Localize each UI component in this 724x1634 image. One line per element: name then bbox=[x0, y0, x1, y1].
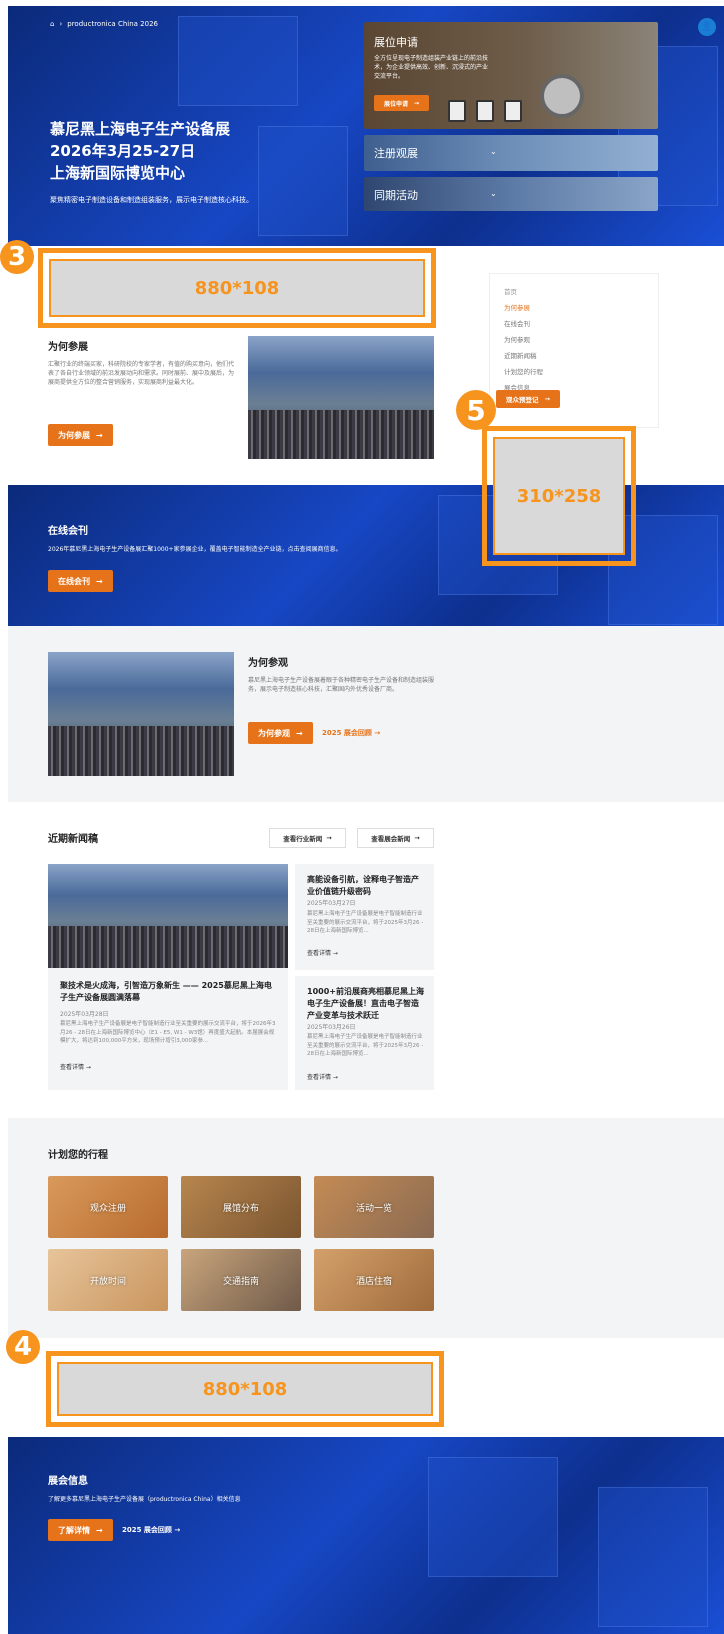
review-2025-link[interactable]: 2025 展会回顾 → bbox=[122, 1525, 180, 1535]
ad-size-label: 880*108 bbox=[49, 259, 425, 317]
news-main-photo bbox=[48, 864, 288, 968]
booth-apply-card[interactable]: 展位申请 全方位呈现电子制造组装产业链上的前沿技术，为企业提供高效、创新、沉浸式… bbox=[364, 22, 658, 129]
news-more-link[interactable]: 查看详情 → bbox=[307, 1072, 338, 1081]
news-side-card[interactable]: 高能设备引航，诠释电子智造产业价值链升级密码 2025年03月27日 慕尼黑上海… bbox=[295, 864, 434, 970]
breadcrumb: ⌂ › productronica China 2026 bbox=[50, 20, 158, 28]
news-more-link[interactable]: 查看详情 → bbox=[60, 1062, 91, 1071]
expo-info-desc: 了解更多慕尼黑上海电子生产设备展（productronica China）相关信… bbox=[48, 1496, 241, 1503]
sidebar-item-why-visit[interactable]: 为何参观 bbox=[504, 332, 658, 348]
industry-news-button[interactable]: 查看行业新闻 → bbox=[269, 828, 346, 848]
ad-banner-top[interactable]: 880*108 bbox=[38, 248, 436, 328]
ad-side[interactable]: 310*258 bbox=[482, 426, 636, 566]
news-headline: 1000+前沿展商亮相慕尼黑上海电子生产设备展！直击电子智造产业变革与技术跃迁 bbox=[307, 987, 424, 1020]
exhibition-hall-photo bbox=[248, 336, 434, 459]
document-icon bbox=[504, 100, 522, 122]
why-visit-title: 为何参观 bbox=[248, 658, 288, 669]
annotation-badge-3: 3 bbox=[0, 240, 34, 274]
card-title: 同期活动 bbox=[374, 189, 418, 202]
news-headline: 高能设备引航，诠释电子智造产业价值链升级密码 bbox=[307, 875, 419, 896]
breadcrumb-current: productronica China 2026 bbox=[67, 20, 158, 28]
page: ⌂ › productronica China 2026 慕尼黑上海电子生产设备… bbox=[0, 0, 724, 1634]
tile-traffic[interactable]: 交通指南 bbox=[181, 1249, 301, 1311]
arrow-right-icon: → bbox=[96, 576, 103, 586]
arrow-right-icon: → bbox=[96, 1525, 103, 1535]
user-icon[interactable]: 👤 bbox=[698, 18, 716, 36]
news-title: 近期新闻稿 bbox=[48, 834, 98, 845]
tile-register[interactable]: 观众注册 bbox=[48, 1176, 168, 1238]
expo-info-section bbox=[8, 1437, 724, 1634]
ad-banner-bottom[interactable]: 880*108 bbox=[46, 1351, 444, 1427]
ad-size-label: 880*108 bbox=[57, 1362, 433, 1416]
catalog-desc: 2026年慕尼黑上海电子生产设备展汇聚1000+家参展企业，覆盖电子智能制造全产… bbox=[48, 546, 342, 553]
news-excerpt: 慕尼黑上海电子生产设备展是电子智能制造行业至关重要的展示交流平台，将于2026年… bbox=[60, 1021, 276, 1044]
catalog-button[interactable]: 在线会刊 → bbox=[48, 570, 113, 592]
news-excerpt: 慕尼黑上海电子生产设备展是电子智能制造行业至关重要的展示交流平台，将于2025年… bbox=[307, 1034, 424, 1057]
card-title: 展位申请 bbox=[374, 36, 418, 49]
home-icon[interactable]: ⌂ bbox=[50, 20, 54, 28]
tile-opening-hours[interactable]: 开放时间 bbox=[48, 1249, 168, 1311]
why-exhibit-button[interactable]: 为何参展 → bbox=[48, 424, 113, 446]
plan-title: 计划您的行程 bbox=[48, 1150, 108, 1161]
news-headline: 聚技术是火成海，引智造万象新生 —— 2025慕尼黑上海电子生产设备展圆满落幕 bbox=[60, 981, 272, 1002]
arrow-right-icon: → bbox=[296, 728, 303, 738]
why-visit-button[interactable]: 为何参观 → bbox=[248, 722, 313, 744]
checklist-icon bbox=[476, 100, 494, 122]
chevron-down-icon: ⌄ bbox=[490, 147, 497, 156]
chevron-down-icon: ⌄ bbox=[490, 189, 497, 198]
sidebar-item-why-exhibit[interactable]: 为何参展 bbox=[504, 300, 658, 316]
document-icon bbox=[448, 100, 466, 122]
why-exhibit-title: 为何参展 bbox=[48, 342, 88, 353]
catalog-title: 在线会刊 bbox=[48, 526, 88, 537]
booth-apply-button[interactable]: 展位申请 → bbox=[374, 95, 430, 111]
visitor-preregister-button[interactable]: 观众预登记 → bbox=[496, 390, 560, 408]
news-date: 2025年03月26日 bbox=[307, 1024, 356, 1031]
news-date: 2025年03月28日 bbox=[60, 1011, 109, 1018]
tile-hotel[interactable]: 酒店住宿 bbox=[314, 1249, 434, 1311]
crowd-photo bbox=[48, 652, 234, 776]
arrow-right-icon: → bbox=[544, 395, 550, 403]
card-title: 注册观展 bbox=[374, 147, 418, 160]
hero-title: 慕尼黑上海电子生产设备展 2026年3月25-27日 上海新国际博览中心 bbox=[50, 120, 231, 182]
register-visit-card[interactable]: 注册观展 ⌄ bbox=[364, 135, 658, 171]
arrow-right-icon: → bbox=[414, 834, 420, 842]
news-date: 2025年03月27日 bbox=[307, 900, 356, 907]
events-card[interactable]: 同期活动 ⌄ bbox=[364, 177, 658, 211]
arrow-right-icon: → bbox=[414, 99, 420, 107]
arrow-right-icon: → bbox=[96, 430, 103, 440]
arrow-right-icon: → bbox=[326, 834, 332, 842]
show-news-button[interactable]: 查看展会新闻 → bbox=[357, 828, 434, 848]
magnifier-icon bbox=[540, 74, 584, 118]
why-exhibit-desc: 汇聚行业的终端买家，科研院校的专家学者，有值的购买意向，他们代表了各自行业领域的… bbox=[48, 361, 235, 386]
sidebar-home[interactable]: 首页 bbox=[504, 284, 658, 300]
review-2025-link[interactable]: 2025 展会回顾 → bbox=[322, 728, 380, 738]
why-visit-desc: 慕尼黑上海电子生产设备展着眼于各种精密电子生产设备和制造组装服务，展示电子制造核… bbox=[248, 677, 435, 693]
news-more-link[interactable]: 查看详情 → bbox=[307, 948, 338, 957]
annotation-badge-5: 5 bbox=[456, 390, 496, 430]
expo-info-title: 展会信息 bbox=[48, 1476, 88, 1487]
sidebar-item-catalog[interactable]: 在线会刊 bbox=[504, 316, 658, 332]
sidebar-item-news[interactable]: 近期新闻稿 bbox=[504, 348, 658, 364]
sidebar-item-plan[interactable]: 计划您的行程 bbox=[504, 364, 658, 380]
annotation-badge-4: 4 bbox=[6, 1330, 40, 1364]
news-main-card[interactable]: 聚技术是火成海，引智造万象新生 —— 2025慕尼黑上海电子生产设备展圆满落幕 … bbox=[48, 864, 288, 1090]
chevron-right-icon: › bbox=[59, 20, 63, 28]
tile-events[interactable]: 活动一览 bbox=[314, 1176, 434, 1238]
news-excerpt: 慕尼黑上海电子生产设备展是电子智能制造行业至关重要的展示交流平台，将于2025年… bbox=[307, 911, 424, 934]
expo-info-button[interactable]: 了解详情 → bbox=[48, 1519, 113, 1541]
news-side-card[interactable]: 1000+前沿展商亮相慕尼黑上海电子生产设备展！直击电子智造产业变革与技术跃迁 … bbox=[295, 976, 434, 1090]
card-desc: 全方位呈现电子制造组装产业链上的前沿技术，为企业提供高效、创新、沉浸式的产业交流… bbox=[374, 55, 489, 80]
tile-hall-layout[interactable]: 展馆分布 bbox=[181, 1176, 301, 1238]
hero-subtitle: 聚焦精密电子制造设备和制造组装服务，展示电子制造核心科技。 bbox=[50, 196, 253, 204]
ad-size-label: 310*258 bbox=[493, 437, 625, 555]
